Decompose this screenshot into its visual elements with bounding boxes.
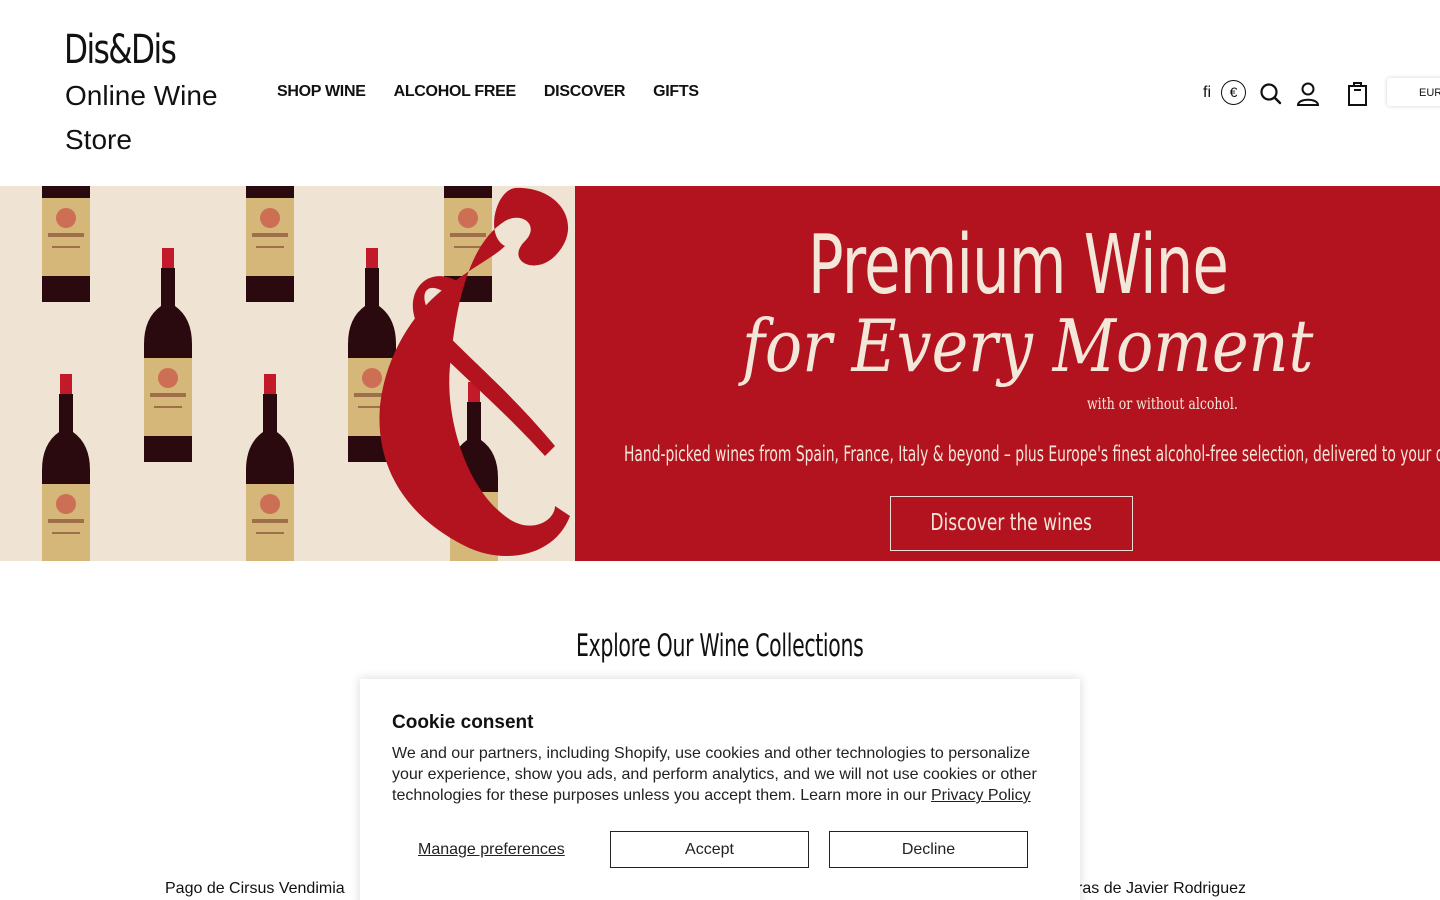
search-icon[interactable] (1258, 78, 1284, 110)
privacy-policy-link[interactable]: Privacy Policy (931, 787, 1031, 804)
accept-button[interactable]: Accept (610, 831, 809, 868)
hero-subtitle: with or without alcohol. (1087, 394, 1238, 413)
store-name: Online Wine Store (65, 80, 218, 155)
logo[interactable]: Dis&Dis (64, 22, 177, 78)
language-selector[interactable]: fi (1203, 84, 1211, 102)
nav-discover[interactable]: DISCOVER (544, 82, 625, 102)
hero-description: Hand-picked wines from Spain, France, It… (624, 442, 1440, 466)
collections-title: Explore Our Wine Collections (0, 628, 1440, 664)
collection-item[interactable]: Pago de Cirsus Vendimia (165, 880, 345, 898)
currency-dropdown[interactable]: EUR (1387, 78, 1440, 106)
discover-wines-label: Discover the wines (930, 510, 1093, 536)
manage-preferences-link[interactable]: Manage preferences (418, 841, 565, 859)
site-header: Dis&Dis Online Wine Store SHOP WINE ALCO… (0, 0, 1440, 186)
decline-button[interactable]: Decline (829, 831, 1028, 868)
nav-gifts[interactable]: GIFTS (653, 82, 699, 102)
cart-icon[interactable] (1345, 78, 1371, 110)
nav-alcohol-free[interactable]: ALCOHOL FREE (394, 82, 517, 102)
cookie-title: Cookie consent (392, 712, 534, 733)
account-icon[interactable] (1296, 78, 1322, 110)
cookie-consent-banner: Cookie consent We and our partners, incl… (360, 679, 1080, 900)
currency-icon[interactable]: € (1221, 80, 1246, 105)
discover-wines-button[interactable]: Discover the wines (890, 496, 1133, 551)
hero-script-title: for Every Moment (742, 304, 1314, 388)
ampersand-graphic (379, 187, 570, 556)
collections-title-text: Explore Our Wine Collections (576, 628, 864, 664)
nav-shop-wine[interactable]: SHOP WINE (277, 82, 366, 102)
hero-banner: Premium Wine for Every Moment with or wi… (0, 186, 1440, 561)
cookie-text: We and our partners, including Shopify, … (392, 743, 1052, 806)
hero-title: Premium Wine (808, 218, 1229, 313)
main-nav: SHOP WINE ALCOHOL FREE DISCOVER GIFTS (277, 82, 699, 102)
